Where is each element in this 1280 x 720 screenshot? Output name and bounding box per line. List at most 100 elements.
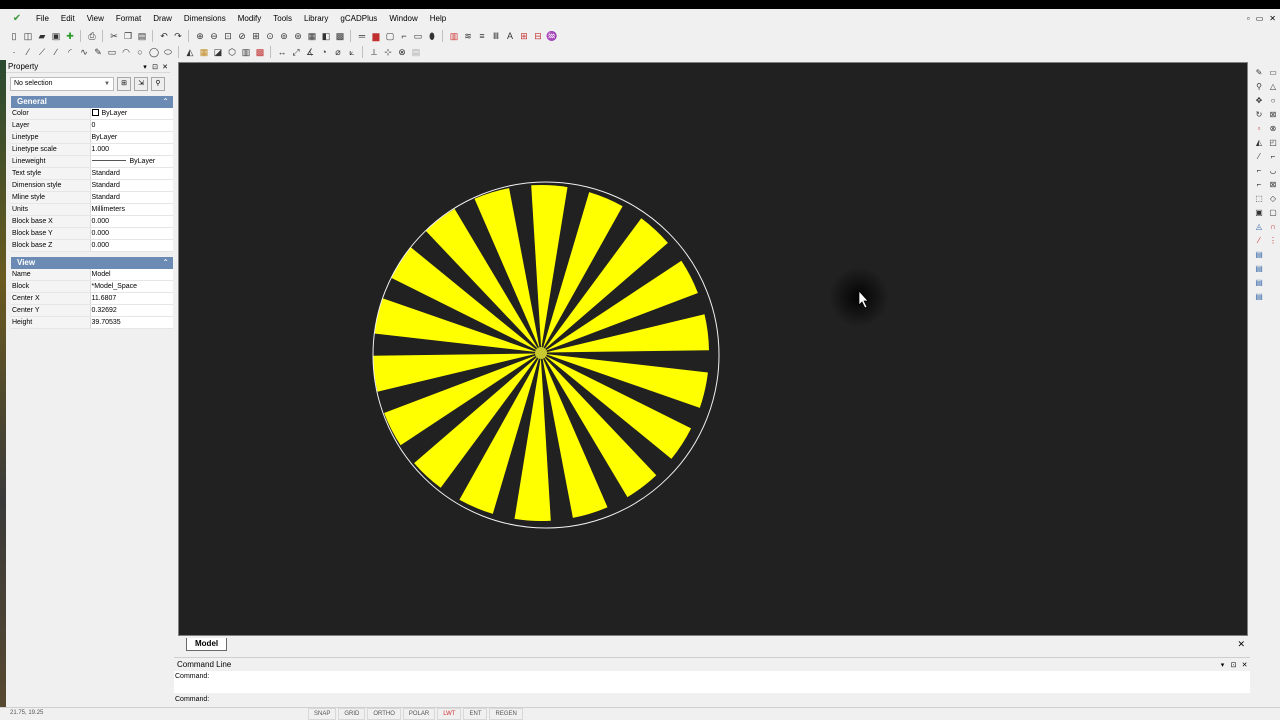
layer-copy-icon[interactable]: ▤ — [1252, 262, 1266, 276]
dim-aligned-icon[interactable]: ⤢ — [290, 46, 302, 58]
line-draw-icon[interactable]: ⁄ — [22, 46, 34, 58]
chamfer-tool-icon[interactable]: ⌐ — [1252, 178, 1266, 192]
snap-settings-icon[interactable]: ▤ — [410, 46, 422, 58]
fillet-tool-icon[interactable]: ⌐ — [1252, 164, 1266, 178]
group-icon[interactable]: ⊞ — [518, 30, 530, 42]
zoom-in-icon[interactable]: ⊕ — [194, 30, 206, 42]
panel-menu-icon[interactable]: ▾ — [140, 63, 150, 71]
lengthen-tool-icon[interactable]: ⬚ — [1252, 192, 1266, 206]
pan-icon[interactable]: ⊛ — [292, 30, 304, 42]
zoom-realtime-icon[interactable]: ⊚ — [278, 30, 290, 42]
menu-window[interactable]: Window — [383, 11, 423, 27]
snap-midpoint-icon[interactable]: ⊹ — [382, 46, 394, 58]
rotate-tool-icon[interactable]: ↻ — [1252, 108, 1266, 122]
color-palette-icon[interactable]: ▥ — [448, 30, 460, 42]
panel-close-icon[interactable]: ✕ — [1239, 661, 1250, 669]
section-general[interactable]: General ⌃ — [11, 96, 173, 108]
circle-2p-icon[interactable]: ◯ — [148, 46, 160, 58]
prop-value-lineweight[interactable]: ByLayer — [90, 155, 173, 168]
text-style-icon[interactable]: A — [504, 30, 516, 42]
section-view[interactable]: View ⌃ — [11, 257, 173, 269]
selection-dropdown[interactable]: No selection ▼ — [10, 77, 114, 91]
zoom-previous-icon[interactable]: ⊘ — [236, 30, 248, 42]
save-icon[interactable]: ▣ — [50, 30, 62, 42]
collapse-icon[interactable]: ⌃ — [162, 96, 169, 108]
collapse-icon[interactable]: ⌃ — [162, 257, 169, 269]
menu-tools[interactable]: Tools — [267, 11, 298, 27]
menu-draw[interactable]: Draw — [147, 11, 178, 27]
panel-close-icon[interactable]: ✕ — [160, 63, 170, 71]
dim-linear-icon[interactable]: ↔ — [276, 46, 288, 58]
erase-icon[interactable]: ✎ — [1252, 66, 1266, 80]
drawing-canvas[interactable] — [178, 62, 1248, 636]
pen-tool-icon[interactable]: ⁄ — [1252, 234, 1266, 248]
close-icon[interactable]: ✕ — [1269, 11, 1276, 27]
box-tool-icon[interactable]: ▣ — [1252, 206, 1266, 220]
zoom-window-icon[interactable]: ⊡ — [222, 30, 234, 42]
undo-icon[interactable]: ↶ — [158, 30, 170, 42]
copy-icon[interactable]: ❐ — [122, 30, 134, 42]
arc-icon[interactable]: ◜ — [64, 46, 76, 58]
prop-value[interactable]: 0.000 — [90, 215, 173, 228]
ent-toggle[interactable]: ENT — [463, 708, 488, 720]
xref-icon[interactable]: ⌐ — [398, 30, 410, 42]
point-icon[interactable]: · — [8, 46, 20, 58]
menu-dimensions[interactable]: Dimensions — [178, 11, 232, 27]
app-logo-icon[interactable]: ✔ — [10, 12, 24, 26]
lwt-toggle[interactable]: LWT — [437, 708, 462, 720]
menu-edit[interactable]: Edit — [55, 11, 81, 27]
rotate-icon[interactable]: ⬡ — [226, 46, 238, 58]
spline-icon[interactable]: ∿ — [78, 46, 90, 58]
array-icon[interactable]: ▥ — [240, 46, 252, 58]
scale-tool-icon[interactable]: ▫ — [1252, 122, 1266, 136]
move-tool-icon[interactable]: ✥ — [1252, 94, 1266, 108]
panel-pin-icon[interactable]: ⊡ — [150, 63, 160, 71]
menu-gcadplus[interactable]: gCADPlus — [334, 11, 383, 27]
hatch-icon[interactable]: Ⅲ — [490, 30, 502, 42]
prop-value[interactable]: Model — [90, 269, 173, 281]
dim-radius-icon[interactable]: ◔ — [318, 46, 330, 58]
menu-format[interactable]: Format — [110, 11, 147, 27]
layers-icon[interactable]: ≋ — [462, 30, 474, 42]
redo-icon[interactable]: ↷ — [172, 30, 184, 42]
prop-value[interactable]: Millimeters — [90, 203, 173, 216]
xline-icon[interactable]: ⟋ — [36, 46, 48, 58]
regen-toggle[interactable]: REGEN — [489, 708, 523, 720]
open-folder-icon[interactable]: ▰ — [36, 30, 48, 42]
regen-icon[interactable]: ▩ — [334, 30, 346, 42]
select-objects-icon[interactable]: ⇲ — [134, 77, 148, 91]
layer-stack-icon[interactable]: ▤ — [1252, 248, 1266, 262]
polygon-tool-icon[interactable]: ⊠ — [1266, 108, 1280, 122]
snap-toggle[interactable]: SNAP — [308, 708, 337, 720]
prop-value[interactable]: Standard — [90, 191, 173, 204]
prop-value[interactable]: *Model_Space — [90, 280, 173, 293]
frame-tool-icon[interactable]: ▢ — [1266, 206, 1280, 220]
attribute-icon[interactable]: ▭ — [412, 30, 424, 42]
block-icon[interactable]: ▆ — [370, 30, 382, 42]
toggle-pickadd-icon[interactable]: ⊞ — [117, 77, 131, 91]
stretch-tool-icon[interactable]: ⊗ — [1266, 122, 1280, 136]
table-icon[interactable]: ⊟ — [532, 30, 544, 42]
break-tool-icon[interactable]: ⁄ — [1252, 150, 1266, 164]
hatch-pattern-icon[interactable]: ▩ — [254, 46, 266, 58]
panel-menu-icon[interactable]: ▾ — [1217, 661, 1228, 669]
prop-value-color[interactable]: ByLayer — [90, 108, 173, 120]
pencil-icon[interactable]: ✎ — [92, 46, 104, 58]
layer-icon[interactable]: ◧ — [320, 30, 332, 42]
offset-tool-icon[interactable]: ◡ — [1266, 164, 1280, 178]
join-tool-icon[interactable]: ⌐ — [1266, 150, 1280, 164]
line-icon[interactable]: ═ — [356, 30, 368, 42]
prop-value[interactable]: Standard — [90, 167, 173, 180]
menu-file[interactable]: File — [30, 11, 55, 27]
menu-modify[interactable]: Modify — [232, 11, 268, 27]
mirror-icon[interactable]: ◭ — [184, 46, 196, 58]
add-icon[interactable]: ✚ — [64, 30, 76, 42]
plugin-icon[interactable]: ♒ — [546, 30, 558, 42]
extend-tool-icon[interactable]: ◰ — [1266, 136, 1280, 150]
magnet-tool-icon[interactable]: ∩ — [1266, 220, 1280, 234]
pin-icon[interactable]: ⬮ — [426, 30, 438, 42]
grid-tool-icon[interactable]: ⋮ — [1266, 234, 1280, 248]
trim-tool-icon[interactable]: ◭ — [1252, 136, 1266, 150]
insert-icon[interactable]: ▢ — [384, 30, 396, 42]
menu-library[interactable]: Library — [298, 11, 334, 27]
